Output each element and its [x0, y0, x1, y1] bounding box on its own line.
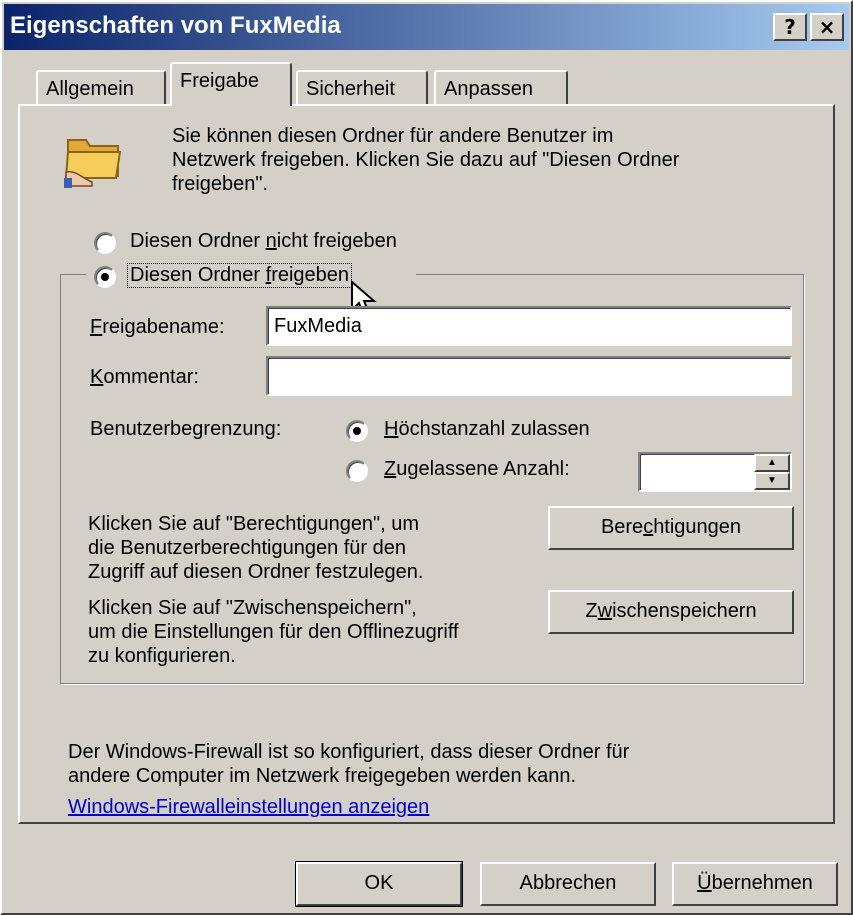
label-part: ischenspeichern: [612, 600, 757, 622]
radio-not-share-label[interactable]: Diesen Ordner nicht freigeben: [130, 230, 397, 253]
radio-share-label[interactable]: Diesen Ordner freigeben: [126, 263, 353, 288]
spin-down-button[interactable]: ▼: [754, 472, 790, 490]
access-key: w: [597, 600, 613, 622]
permissions-button[interactable]: Berechtigungen: [548, 506, 794, 550]
share-info-text: Sie können diesen Ordner für andere Benu…: [172, 124, 679, 196]
share-name-field[interactable]: FuxMedia: [266, 306, 792, 346]
firewall-line: Der Windows-Firewall ist so konfiguriert…: [68, 741, 630, 763]
radio-selected-dot: [101, 273, 109, 281]
access-key: Ü: [697, 872, 712, 894]
share-name-value: FuxMedia: [274, 315, 362, 337]
caching-text: Klicken Sie auf "Zwischenspeichern", um …: [88, 596, 459, 668]
access-key: n: [265, 230, 277, 252]
label-part: reigabename:: [102, 316, 225, 338]
properties-dialog: Eigenschaften von FuxMedia ? × Allgemein…: [0, 0, 853, 915]
cancel-button[interactable]: Abbrechen: [480, 862, 656, 906]
apply-button[interactable]: Übernehmen: [672, 862, 838, 906]
share-name-label: Freigabename:: [90, 316, 225, 339]
caching-button[interactable]: Zwischenspeichern: [548, 590, 794, 634]
user-limit-label: Benutzerbegrenzung:: [90, 418, 282, 440]
spin-up-button[interactable]: ▲: [754, 454, 790, 472]
label-part: Bere: [600, 516, 644, 538]
radio-allowed-users[interactable]: [346, 460, 368, 482]
radio-share[interactable]: [94, 266, 116, 288]
label-part: icht freigeben: [276, 230, 397, 252]
radio-allowed-users-label[interactable]: Zugelassene Anzahl:: [384, 458, 570, 481]
firewall-text: Der Windows-Firewall ist so konfiguriert…: [68, 740, 629, 788]
arrow-up-icon: ▲: [767, 457, 777, 468]
access-key: c: [643, 516, 654, 538]
permissions-line: Klicken Sie auf "Berechtigungen", um: [88, 513, 420, 535]
access-key: Z: [384, 458, 397, 480]
label-part: ugelassene Anzahl:: [396, 458, 570, 480]
label-part: bernehmen: [711, 872, 813, 894]
arrow-down-icon: ▼: [767, 475, 777, 486]
label-part: htigungen: [653, 516, 742, 538]
radio-max-users-label[interactable]: Höchstanzahl zulassen: [384, 418, 590, 441]
label-part: Z: [585, 600, 598, 622]
share-info-line: Netzwerk freigeben. Klicken Sie dazu auf…: [172, 149, 680, 171]
caching-line: zu konfigurieren.: [88, 645, 236, 667]
ok-button[interactable]: OK: [295, 861, 463, 907]
permissions-text: Klicken Sie auf "Berechtigungen", um die…: [88, 512, 423, 584]
access-key: K: [90, 366, 104, 388]
label-part: öchstanzahl zulassen: [398, 418, 590, 440]
permissions-line: Zugriff auf diesen Ordner festzulegen.: [88, 561, 424, 583]
radio-not-share[interactable]: [94, 232, 116, 254]
access-key: F: [90, 316, 103, 338]
comment-label: Kommentar:: [90, 366, 199, 389]
label-part: Diesen Ordner: [130, 264, 266, 286]
share-info-line: freigeben".: [172, 173, 269, 195]
radio-selected-dot: [353, 427, 361, 435]
caching-line: Klicken Sie auf "Zwischenspeichern",: [88, 597, 417, 619]
panel-content: Sie können diesen Ordner für andere Benu…: [2, 2, 851, 913]
label-part: ommentar:: [103, 366, 199, 388]
firewall-settings-link[interactable]: Windows-Firewalleinstellungen anzeigen: [68, 796, 429, 819]
access-key: H: [384, 418, 399, 440]
caching-line: um die Einstellungen für den Offlinezugr…: [88, 621, 459, 643]
comment-field[interactable]: [266, 356, 792, 396]
shared-folder-icon: [64, 139, 122, 188]
label-part: reigeben: [271, 264, 350, 286]
radio-max-users[interactable]: [346, 420, 368, 442]
label-part: Diesen Ordner: [130, 230, 266, 252]
share-info-line: Sie können diesen Ordner für andere Benu…: [172, 125, 614, 147]
firewall-line: andere Computer im Netzwerk freigegeben …: [68, 765, 577, 787]
permissions-line: die Benutzerberechtigungen für den: [88, 537, 407, 559]
